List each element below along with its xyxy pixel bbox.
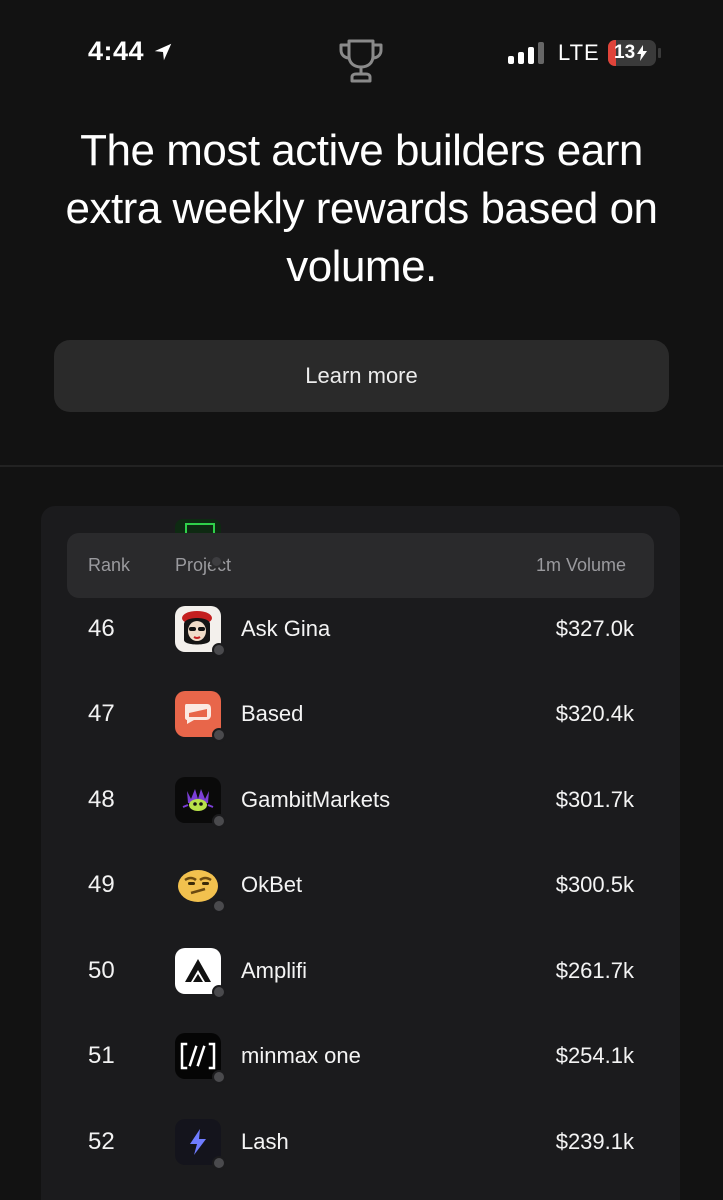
table-row[interactable]: 50 Amplifi $261.7k <box>41 928 680 1013</box>
lash-logo-icon <box>175 1118 226 1170</box>
network-label: LTE <box>558 40 600 65</box>
row-rank: 46 <box>88 614 115 642</box>
time-text: 4:44 <box>88 36 145 66</box>
status-dot-icon <box>212 813 226 828</box>
status-dot-icon <box>210 555 223 568</box>
project-name[interactable]: Ask Gina <box>241 616 330 642</box>
row-rank: 48 <box>88 785 115 813</box>
column-header-volume[interactable]: 1m Volume <box>536 555 626 576</box>
project-name[interactable]: GambitMarkets <box>241 787 390 813</box>
row-volume: $320.4k <box>555 700 634 726</box>
ask-gina-avatar-icon <box>175 605 226 657</box>
status-dot-icon <box>212 642 226 657</box>
amplifi-logo-icon <box>175 947 226 999</box>
project-name[interactable]: OkBet <box>241 872 302 898</box>
location-arrow-icon <box>154 43 172 60</box>
project-name[interactable]: Based <box>241 701 303 727</box>
row-volume: $239.1k <box>555 1128 634 1154</box>
battery-charging-icon: 13 <box>608 40 656 66</box>
row-rank: 50 <box>88 956 115 984</box>
section-divider <box>0 465 723 467</box>
minmax-logo-icon <box>175 1032 226 1084</box>
based-logo-icon <box>175 690 226 742</box>
trophy-icon[interactable] <box>336 36 386 86</box>
signal-icon <box>508 42 544 64</box>
table-row[interactable]: 49 OkBet $300.5k <box>41 842 680 927</box>
row-volume: $300.5k <box>555 871 634 897</box>
column-header-project[interactable]: Project <box>175 555 231 576</box>
table-row[interactable]: 52 Lash $239.1k <box>41 1099 680 1184</box>
project-name[interactable]: Amplifi <box>241 958 307 984</box>
row-volume: $301.7k <box>555 786 634 812</box>
page-headline: The most active builders earn extra week… <box>65 126 658 291</box>
row-volume: $261.7k <box>555 957 634 983</box>
status-dot-icon <box>212 727 226 742</box>
table-row[interactable]: 47 Based $320.4k <box>41 671 680 756</box>
row-rank: 51 <box>88 1041 115 1069</box>
row-rank: 49 <box>88 870 115 898</box>
clock: 4:44 <box>88 36 174 67</box>
row-rank: 47 <box>88 699 115 727</box>
learn-more-button[interactable]: Learn more <box>54 340 669 412</box>
battery-cap <box>658 48 661 58</box>
column-header-rank[interactable]: Rank <box>88 555 130 576</box>
status-dot-icon <box>212 898 226 913</box>
status-dot-icon <box>212 984 226 999</box>
project-name[interactable]: minmax one <box>241 1043 361 1069</box>
status-dot-icon <box>212 1155 226 1170</box>
table-row[interactable]: 46 Ask Gina $327.0k <box>41 586 680 671</box>
row-volume: $327.0k <box>555 615 634 641</box>
table-row[interactable]: 48 GambitMarkets $301.7k <box>41 757 680 842</box>
row-volume: $254.1k <box>555 1042 634 1068</box>
status-dot-icon <box>212 1069 226 1084</box>
okbet-logo-icon <box>175 862 226 913</box>
table-row[interactable]: 51 minmax one $254.1k <box>41 1013 680 1098</box>
battery-level: 13 <box>614 42 636 63</box>
project-name[interactable]: Lash <box>241 1129 289 1155</box>
row-rank: 52 <box>88 1127 115 1155</box>
status-bar: 4:44 LTE 13 <box>0 0 723 100</box>
gambit-markets-logo-icon <box>175 776 226 828</box>
